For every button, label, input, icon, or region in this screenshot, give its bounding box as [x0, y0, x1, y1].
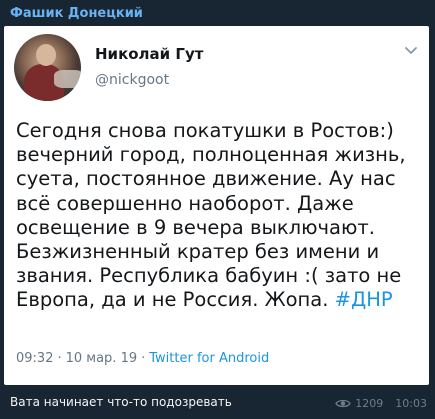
- view-count: 1209: [355, 397, 384, 410]
- tweet-body: Сегодня снова покатушки в Ростов:) вечер…: [16, 119, 424, 313]
- tweet-meta: 09:32 · 10 мар. 19 · Twitter for Android: [16, 351, 269, 366]
- message-meta: 1209 10:03: [335, 397, 427, 410]
- tweet-author-handle[interactable]: @nickgoot: [95, 72, 169, 88]
- tweet-meta-separator: ·: [57, 351, 62, 366]
- tweet-date[interactable]: 10 мар. 19: [66, 351, 138, 366]
- tweet-source[interactable]: Twitter for Android: [149, 351, 269, 366]
- tweet-hashtag[interactable]: #ДНР: [335, 288, 393, 311]
- avatar-drum: [54, 70, 81, 88]
- avatar-figure-head: [36, 44, 56, 66]
- channel-name[interactable]: Фашик Донецкий: [10, 6, 143, 21]
- tweet-card[interactable]: Николай Гут @nickgoot Сегодня снова пока…: [4, 26, 429, 385]
- message-caption: Вата начинает что-то подозревать: [10, 395, 232, 409]
- tweet-time: 09:32: [16, 351, 54, 366]
- message-bubble: Фашик Донецкий Николай Гут @nickgoot Сег…: [0, 0, 435, 419]
- message-time: 10:03: [395, 397, 427, 410]
- tweet-text: Сегодня снова покатушки в Ростов:) вечер…: [16, 119, 406, 312]
- eye-icon: [335, 399, 352, 408]
- chevron-down-icon[interactable]: [403, 42, 419, 58]
- avatar[interactable]: [14, 34, 81, 101]
- tweet-author-name[interactable]: Николай Гут: [95, 45, 203, 63]
- tweet-meta-separator: ·: [141, 351, 146, 366]
